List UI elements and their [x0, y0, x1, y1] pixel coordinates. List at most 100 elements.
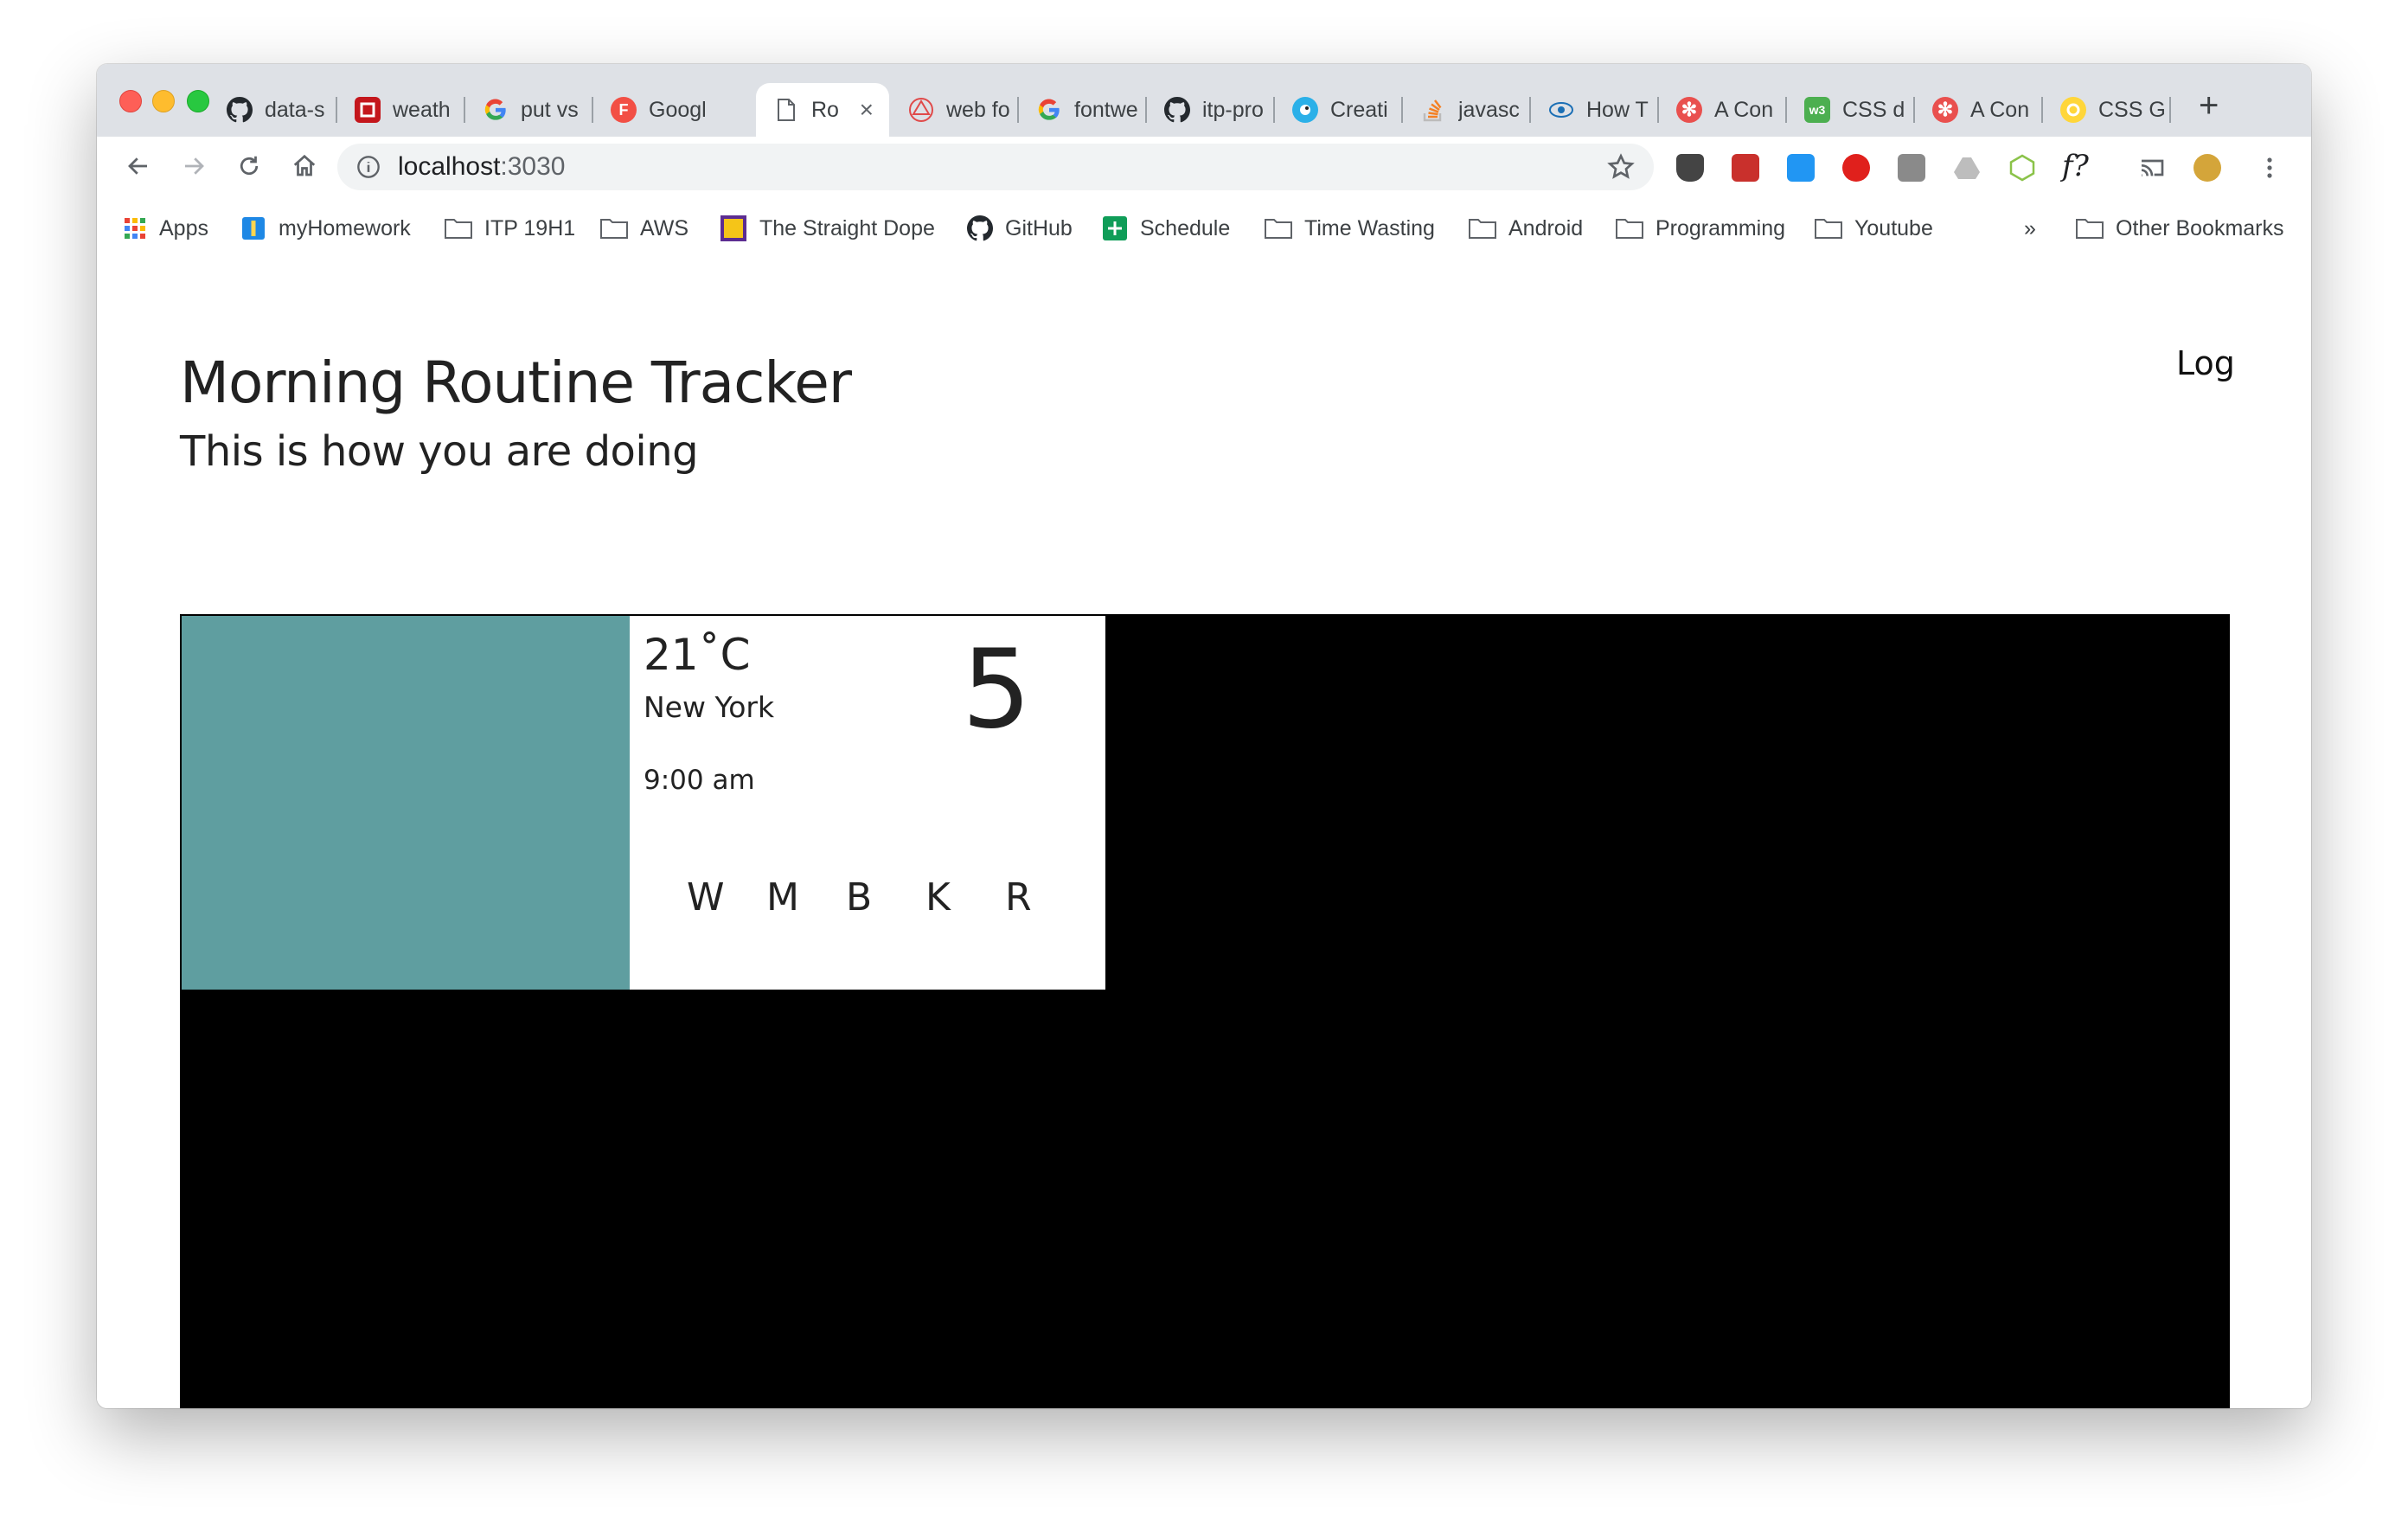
url-text[interactable]: localhost:3030 — [398, 152, 565, 182]
asterisk-icon: ✻ — [1932, 97, 1958, 123]
bookmark-label: Apps — [159, 215, 208, 240]
tab-title: CSS G — [2098, 97, 2166, 122]
bookmark-label: Youtube — [1854, 215, 1933, 240]
github-icon — [967, 215, 993, 241]
url-port: :3030 — [500, 152, 566, 181]
tab-css-d[interactable]: w3 CSS d — [1787, 83, 1915, 137]
straight-dope-icon — [720, 215, 747, 242]
eye-icon — [1548, 97, 1574, 123]
drive-icon[interactable] — [1953, 154, 1981, 182]
avatar[interactable] — [2193, 154, 2221, 182]
home-button[interactable] — [285, 147, 323, 185]
blue-window-icon[interactable] — [1787, 154, 1815, 182]
tab-itp-project[interactable]: itp-pro — [1147, 83, 1275, 137]
close-tab-icon[interactable]: × — [860, 96, 874, 124]
tab-how-to[interactable]: How T — [1531, 83, 1659, 137]
tab-put-vs[interactable]: put vs — [465, 83, 593, 137]
minimize-window-button[interactable] — [152, 90, 175, 112]
tab-title: javasc — [1458, 97, 1520, 122]
bookmark-star-icon[interactable] — [1607, 153, 1635, 181]
bookmark-folder-aws[interactable]: AWS — [600, 213, 688, 244]
routine-score: 5 — [962, 625, 1032, 753]
stackoverflow-icon — [1420, 97, 1446, 123]
bookmark-label: Programming — [1656, 215, 1786, 240]
tab-google-fonts[interactable]: F Googl — [593, 83, 721, 137]
bookmarks-overflow-button[interactable]: » — [2024, 213, 2036, 244]
tab-title: fontwe — [1074, 97, 1138, 122]
page-viewport: Morning Routine Tracker This is how you … — [97, 258, 2311, 1408]
browser-toolbar: localhost:3030 f? — [97, 137, 2311, 195]
time-label: 9:00 am — [644, 765, 755, 796]
red-book-icon[interactable] — [1732, 154, 1759, 182]
folder-icon — [1469, 218, 1496, 239]
adblock-icon[interactable] — [1842, 154, 1870, 182]
tab-title: Googl — [649, 97, 707, 122]
routine-letter: W — [687, 875, 725, 920]
apps-grid-icon — [123, 216, 147, 240]
forward-button[interactable] — [175, 147, 213, 185]
bookmark-label: Android — [1508, 215, 1584, 240]
tab-create[interactable]: Creati — [1275, 83, 1403, 137]
bookmarks-bar: Apps myHomework ITP 19H1 AWS The Straigh… — [97, 195, 2311, 260]
bookmark-folder-itp[interactable]: ITP 19H1 — [445, 213, 575, 244]
page-title: Morning Routine Tracker — [180, 349, 852, 416]
folder-icon — [600, 218, 628, 239]
tab-active-routine[interactable]: Ro × — [756, 83, 889, 137]
github-icon — [227, 97, 253, 123]
google-icon — [483, 97, 509, 123]
sheets-icon — [1102, 215, 1128, 241]
address-bar[interactable]: localhost:3030 — [337, 144, 1654, 190]
bookmark-apps[interactable]: Apps — [123, 213, 208, 244]
bird-icon — [1292, 97, 1318, 123]
tab-fontweight[interactable]: fontwe — [1019, 83, 1147, 137]
arrow-left-icon — [128, 157, 147, 175]
new-tab-button[interactable]: + — [2199, 88, 2219, 123]
green-w3-icon: w3 — [1804, 97, 1830, 123]
info-icon[interactable] — [356, 155, 381, 179]
folder-icon — [2076, 218, 2104, 239]
close-window-button[interactable] — [119, 90, 142, 112]
bookmark-straight-dope[interactable]: The Straight Dope — [720, 213, 935, 244]
bookmark-github[interactable]: GitHub — [967, 213, 1073, 244]
tab-a-complete-guide-2[interactable]: ✻ A Con — [1915, 83, 2043, 137]
reload-icon — [240, 156, 259, 176]
pocket-icon[interactable] — [1676, 154, 1704, 182]
bookmark-folder-android[interactable]: Android — [1469, 213, 1583, 244]
google-icon — [1036, 97, 1062, 123]
back-button[interactable] — [119, 147, 157, 185]
grey-extension-icon[interactable] — [1898, 154, 1925, 182]
browser-window: data-s weath put vs F Googl Ro × web fo … — [97, 64, 2311, 1408]
reload-button[interactable] — [230, 147, 268, 185]
tab-data[interactable]: data-s — [209, 83, 337, 137]
maximize-window-button[interactable] — [187, 90, 209, 112]
red-square-icon — [355, 97, 381, 123]
nodejs-icon[interactable] — [2008, 154, 2036, 182]
folder-icon — [1815, 218, 1842, 239]
bookmark-label: Schedule — [1140, 215, 1231, 240]
bookmark-folder-programming[interactable]: Programming — [1616, 213, 1785, 244]
bookmark-schedule[interactable]: Schedule — [1102, 213, 1230, 244]
tab-title: itp-pro — [1202, 97, 1264, 122]
temperature: 21˚C — [644, 630, 751, 680]
tab-strip: data-s weath put vs F Googl Ro × web fo … — [97, 64, 2311, 137]
bookmark-folder-other[interactable]: Other Bookmarks — [2076, 213, 2284, 244]
cast-icon[interactable] — [2138, 154, 2166, 182]
bookmark-myhomework[interactable]: myHomework — [240, 213, 411, 244]
tab-weather[interactable]: weath — [337, 83, 465, 137]
folder-icon — [1265, 218, 1292, 239]
city-name: New York — [644, 690, 775, 724]
tab-javascript[interactable]: javasc — [1403, 83, 1531, 137]
nav-log-link[interactable]: Log — [2176, 344, 2235, 382]
tab-web-fonts[interactable]: web fo — [891, 83, 1019, 137]
tab-css-grid[interactable]: CSS G — [2043, 83, 2171, 137]
tab-a-complete-guide[interactable]: ✻ A Con — [1659, 83, 1787, 137]
bookmark-folder-time-wasting[interactable]: Time Wasting — [1265, 213, 1435, 244]
tab-title: web fo — [946, 97, 1010, 122]
bookmark-folder-youtube[interactable]: Youtube — [1815, 213, 1933, 244]
kebab-menu-icon[interactable] — [2256, 154, 2283, 182]
red-hexagon-icon — [908, 97, 934, 123]
font-identify-icon[interactable]: f? — [2062, 149, 2089, 183]
tab-title: data-s — [265, 97, 325, 122]
bookmark-label: Time Wasting — [1304, 215, 1435, 240]
bookmark-label: The Straight Dope — [759, 215, 935, 240]
